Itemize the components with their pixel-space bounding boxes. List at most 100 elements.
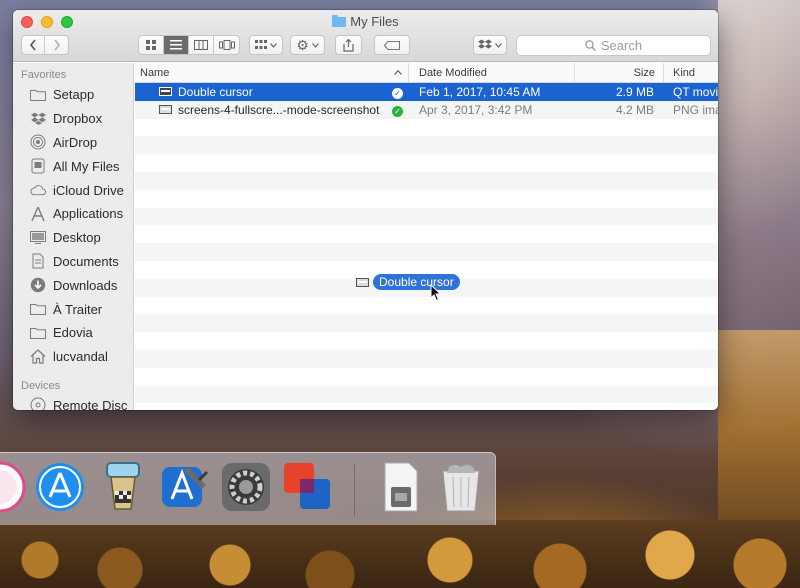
sidebar-item-icloud-drive[interactable]: iCloud Drive — [13, 178, 133, 202]
sidebar-item-all-my-files[interactable]: All My Files — [13, 154, 133, 178]
sidebar-item-label: Documents — [53, 253, 119, 269]
file-date: Apr 3, 2017, 3:42 PM — [419, 102, 533, 117]
dropbox-icon — [30, 111, 46, 127]
dock-item-archive[interactable] — [375, 461, 427, 513]
column-header-label: Date Modified — [419, 66, 487, 79]
column-header-date[interactable]: Date Modified — [409, 63, 575, 82]
app-store-icon — [36, 463, 84, 511]
cover-flow-button[interactable] — [214, 36, 239, 54]
empty-row — [135, 207, 718, 226]
sidebar-item-edovia[interactable]: Edovia — [13, 321, 133, 345]
sidebar-item-lucvandal[interactable]: lucvandal — [13, 345, 133, 369]
file-name: screens-4-fullscre...-mode-screenshot — [178, 102, 380, 117]
list-icon — [170, 40, 182, 50]
column-header-size[interactable]: Size — [575, 63, 664, 82]
file-name: Double cursor — [178, 84, 253, 99]
airdrop-icon — [30, 134, 46, 150]
empty-row — [135, 297, 718, 315]
sidebar-item-airdrop[interactable]: AirDrop — [13, 131, 133, 155]
empty-row — [135, 368, 718, 386]
sidebar-item-label: À Traiter — [53, 301, 103, 317]
column-view-button[interactable] — [189, 36, 214, 54]
sidebar-item-setapp[interactable]: Setapp — [13, 83, 133, 107]
table-row[interactable]: screens-4-fullscre...-mode-screenshot ✓ … — [135, 100, 718, 119]
sidebar-item-applications[interactable]: Applications — [13, 202, 133, 226]
trash-icon — [442, 465, 480, 512]
forward-button[interactable] — [45, 36, 68, 54]
movie-file-icon — [356, 277, 369, 287]
drag-label: Double cursor — [373, 274, 460, 290]
sidebar-item-desktop[interactable]: Desktop — [13, 226, 133, 250]
file-name-cell: screens-4-fullscre...-mode-screenshot ✓ — [135, 103, 409, 117]
empty-row — [135, 136, 718, 155]
sidebar-item-label: All My Files — [53, 158, 120, 174]
sidebar-item-dropbox[interactable]: Dropbox — [13, 107, 133, 131]
dropbox-menu-button[interactable] — [473, 35, 507, 55]
arrange-grid-icon — [255, 40, 267, 49]
view-mode-control — [138, 35, 240, 55]
file-size: 2.9 MB — [615, 84, 654, 99]
search-field[interactable]: Search — [516, 35, 711, 56]
column-header-label: Name — [140, 66, 170, 79]
share-icon — [343, 38, 354, 52]
file-kind: PNG image — [673, 102, 718, 117]
dock-item-transmit[interactable] — [97, 461, 149, 513]
dock-item-app-store[interactable] — [34, 461, 86, 513]
sidebar: Favorites Setapp Dropbox AirDrop All My … — [13, 63, 134, 410]
chevron-down-icon — [495, 42, 502, 48]
sidebar-item-downloads[interactable]: Downloads — [13, 273, 133, 297]
sidebar-item-label: Edovia — [53, 325, 93, 341]
folder-icon — [30, 87, 46, 103]
disc-icon — [30, 397, 46, 410]
dock-item-itunes[interactable] — [0, 461, 26, 513]
downloads-icon — [30, 277, 46, 293]
drag-preview: Double cursor — [356, 274, 460, 290]
action-button[interactable]: ⚙ — [290, 35, 325, 55]
sidebar-item-a-traiter[interactable]: À Traiter — [13, 297, 133, 321]
search-placeholder: Search — [600, 38, 643, 53]
empty-row — [135, 154, 718, 172]
sync-status-icon: ✓ — [392, 105, 403, 117]
home-icon — [30, 349, 46, 365]
folder-icon — [30, 325, 46, 341]
chevron-left-icon — [29, 39, 36, 51]
list-view-button[interactable] — [164, 36, 189, 54]
desktop-wallpaper-trees — [0, 520, 800, 588]
itunes-icon — [0, 461, 26, 513]
sort-ascending-icon — [394, 70, 402, 75]
movie-file-icon — [159, 87, 172, 97]
file-kind: QT movie — [673, 84, 718, 99]
chevron-down-icon — [311, 42, 319, 48]
icon-grid-icon — [146, 40, 156, 50]
sidebar-item-label: iCloud Drive — [53, 182, 124, 198]
window-titlebar[interactable]: My Files ⚙ Search — [13, 10, 718, 62]
all-files-icon — [30, 158, 46, 174]
desktop-wallpaper-hill — [718, 330, 800, 530]
back-forward-control — [21, 35, 69, 55]
table-row[interactable]: Double cursor ✓ Feb 1, 2017, 10:45 AM 2.… — [135, 83, 718, 101]
folder-icon — [332, 14, 347, 27]
empty-row — [135, 332, 718, 350]
archive-utility-icon — [384, 462, 418, 512]
column-header-name[interactable]: Name — [135, 63, 409, 82]
dock-item-xcode[interactable] — [158, 461, 210, 513]
sidebar-item-label: Setapp — [53, 87, 95, 103]
tags-button[interactable] — [374, 35, 410, 55]
vmware-fusion-icon — [284, 463, 330, 509]
dock-item-trash[interactable] — [435, 461, 487, 513]
dock-item-system-preferences[interactable] — [220, 461, 272, 513]
applications-icon — [30, 206, 46, 222]
arrange-button[interactable] — [249, 35, 283, 55]
dock-item-vmware-fusion[interactable] — [282, 461, 334, 513]
xcode-icon — [162, 467, 208, 507]
back-button[interactable] — [22, 36, 46, 54]
share-button[interactable] — [335, 35, 362, 55]
sidebar-item-documents[interactable]: Documents — [13, 250, 133, 274]
cover-flow-icon — [218, 40, 235, 50]
sidebar-item-remote-disc[interactable]: Remote Disc — [13, 394, 133, 410]
file-rows: Double cursor ✓ Feb 1, 2017, 10:45 AM 2.… — [135, 83, 718, 410]
chevron-down-icon — [270, 42, 277, 48]
window-title: My Files — [13, 14, 718, 29]
column-header-kind[interactable]: Kind — [664, 63, 718, 82]
icon-view-button[interactable] — [139, 36, 164, 54]
